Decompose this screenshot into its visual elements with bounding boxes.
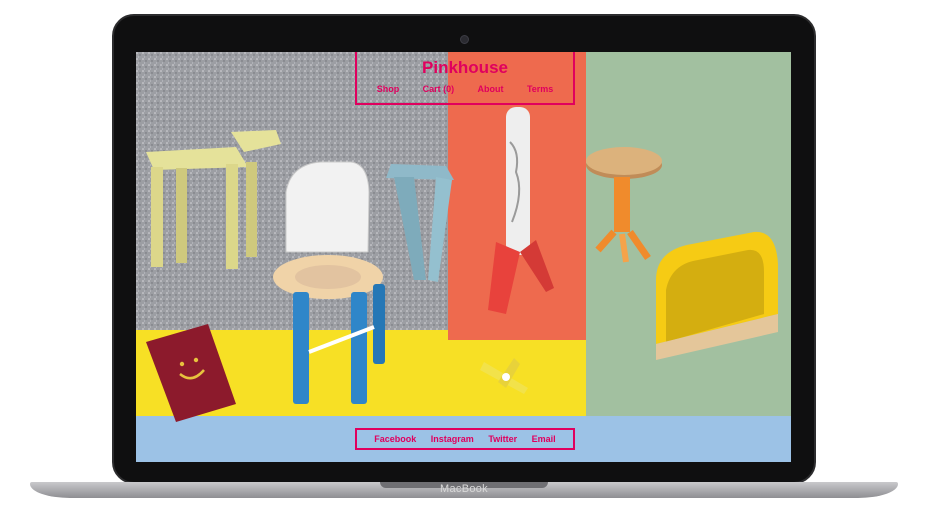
nav-terms-link[interactable]: Terms [527, 84, 553, 94]
nav-about-link[interactable]: About [478, 84, 504, 94]
facebook-link[interactable]: Facebook [374, 434, 416, 444]
main-nav: Shop Cart (0) About Terms [357, 84, 573, 94]
nav-shop-link[interactable]: Shop [377, 84, 400, 94]
site-header: Pinkhouse Shop Cart (0) About Terms [355, 52, 575, 105]
nav-cart-link[interactable]: Cart (0) [423, 84, 455, 94]
device-brand-label: MacBook [440, 483, 488, 495]
email-link[interactable]: Email [532, 434, 556, 444]
social-footer: Facebook Instagram Twitter Email [355, 428, 575, 450]
instagram-link[interactable]: Instagram [431, 434, 474, 444]
browser-viewport: Pinkhouse Shop Cart (0) About Terms Face… [136, 52, 791, 462]
twitter-link[interactable]: Twitter [488, 434, 517, 444]
hero-photo [136, 52, 791, 462]
site-title[interactable]: Pinkhouse [357, 58, 573, 78]
webcam-icon [460, 35, 469, 44]
